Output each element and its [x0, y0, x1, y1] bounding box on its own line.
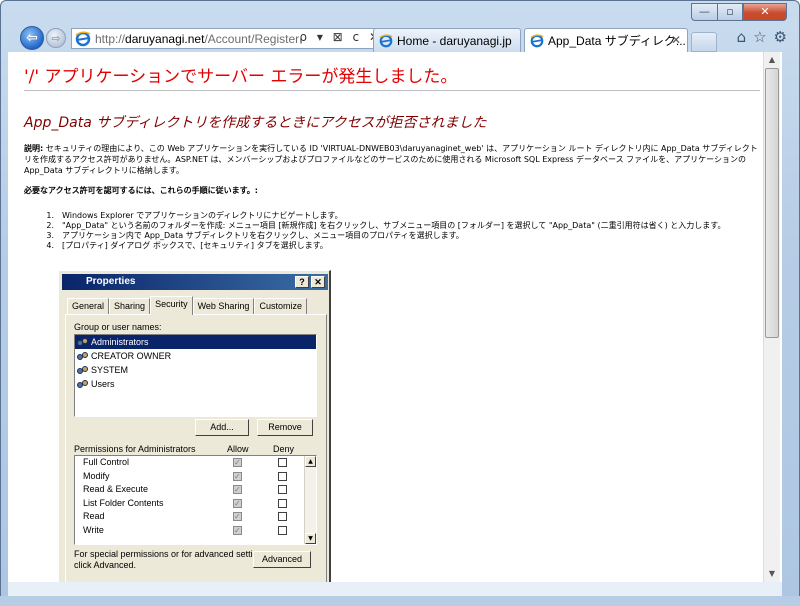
scroll-down-arrow-icon[interactable]: ▼ — [764, 566, 780, 582]
maximize-button[interactable]: ▫ — [717, 3, 743, 21]
permissions-list: Full Control Modify Read & Execute List … — [74, 455, 317, 545]
advanced-hint-line2: click Advanced. — [74, 560, 137, 570]
error-description: 説明: セキュリティの理由により、この Web アプリケーションを実行している … — [24, 143, 764, 176]
scroll-down-arrow-icon: ▼ — [305, 533, 316, 544]
page-scrollbar[interactable]: ▲ ▼ — [763, 52, 780, 582]
close-window-button[interactable]: ✕ — [743, 3, 787, 21]
navigation-bar: ⇦ ⇨ http://daruyanagi.net/Account/Regist… — [17, 24, 789, 52]
divider — [24, 90, 760, 91]
window-bottom-border — [0, 596, 800, 606]
back-button[interactable]: ⇦ — [20, 26, 44, 50]
tab-general: General — [67, 298, 110, 315]
group-user-names-label: Group or user names: — [74, 322, 162, 332]
allow-checkbox — [233, 456, 242, 469]
table-row: Read & Execute — [75, 483, 316, 497]
allow-checkbox — [233, 524, 242, 537]
add-button: Add... — [195, 419, 249, 436]
tab-label: App_Data サブディレク... — [548, 34, 686, 48]
forward-button[interactable]: ⇨ — [46, 28, 66, 48]
address-tools-icons[interactable]: ρ ▾ ⊠ c ✕ — [299, 30, 382, 44]
error-heading: App_Data サブディレクトリを作成するときにアクセスが拒否されました — [24, 115, 487, 131]
scroll-up-arrow-icon: ▲ — [305, 456, 316, 467]
scrollbar-thumb[interactable] — [765, 68, 779, 338]
list-item: Users — [75, 377, 316, 391]
command-icons: ⌂ ☆ ⚙ — [737, 28, 787, 46]
tab-security: Security — [150, 296, 193, 315]
ie-tab-icon — [530, 33, 544, 47]
user-group-icon — [77, 337, 89, 348]
server-error-title: '/' アプリケーションでサーバー エラーが発生しました。 — [24, 67, 458, 87]
deny-checkbox — [278, 471, 287, 481]
tab-customize: Customize — [254, 298, 307, 315]
table-row: Full Control — [75, 456, 316, 470]
allow-checkbox — [233, 510, 242, 523]
tab-home[interactable]: Home - daruyanagi.jp — [373, 28, 521, 52]
description-label: 説明: — [24, 144, 44, 153]
dialog-tabs: General Sharing Security Web Sharing Cus… — [67, 296, 307, 315]
ie-tab-icon — [379, 33, 393, 47]
scroll-up-arrow-icon[interactable]: ▲ — [764, 52, 780, 68]
page-content: '/' アプリケーションでサーバー エラーが発生しました。 App_Data サ… — [8, 52, 782, 582]
user-group-icon — [77, 351, 89, 362]
allow-checkbox — [233, 470, 242, 483]
list-item: CREATOR OWNER — [75, 349, 316, 363]
list-item: 1. Windows Explorer でアプリケーションのディレクトリにナビゲー… — [46, 211, 343, 220]
close-tab-icon[interactable]: ✕ — [671, 33, 681, 47]
list-item: 2. "App_Data" という名前のフォルダーを作成: メニュー項目 [新規作… — [46, 221, 726, 230]
permissions-label: Permissions for Administrators — [74, 444, 196, 454]
user-group-icon — [77, 365, 89, 376]
status-bar — [8, 582, 782, 596]
help-icon: ? — [295, 276, 309, 288]
home-icon[interactable]: ⌂ — [737, 28, 747, 46]
tab-web-sharing: Web Sharing — [192, 298, 255, 315]
allow-checkbox — [233, 483, 242, 496]
allow-header: Allow — [227, 444, 249, 454]
tab-app-data[interactable]: App_Data サブディレク... ✕ — [524, 28, 688, 52]
deny-header: Deny — [273, 444, 295, 454]
table-row: Write — [75, 524, 316, 538]
advanced-hint-line1: For special permissions or for advanced … — [74, 549, 270, 559]
advanced-button: Advanced — [253, 551, 311, 568]
favorites-star-icon[interactable]: ☆ — [753, 28, 766, 46]
address-url[interactable]: http://daruyanagi.net/Account/Register — [95, 32, 299, 46]
table-row: Read — [75, 510, 316, 524]
list-item: Administrators — [75, 335, 316, 349]
list-item: SYSTEM — [75, 363, 316, 377]
table-row: List Folder Contents — [75, 497, 316, 511]
deny-checkbox — [278, 485, 287, 494]
deny-checkbox — [278, 525, 287, 535]
close-icon: ✕ — [311, 276, 325, 288]
user-list: Administrators CREATOR OWNER SYSTEM User… — [74, 334, 317, 417]
window-controls: — ▫ ✕ — [691, 3, 787, 21]
dialog-titlebar: Properties — [62, 274, 328, 290]
user-group-icon — [77, 379, 89, 390]
description-text: セキュリティの理由により、この Web アプリケーションを実行している ID '… — [24, 144, 758, 175]
deny-checkbox — [278, 512, 287, 521]
new-tab-button[interactable] — [691, 32, 717, 52]
steps-list: 1. Windows Explorer でアプリケーションのディレクトリにナビゲー… — [34, 211, 725, 251]
tools-gear-icon[interactable]: ⚙ — [774, 28, 787, 46]
remove-button: Remove — [257, 419, 313, 436]
tab-label: Home - daruyanagi.jp — [397, 33, 512, 48]
address-bar[interactable]: http://daruyanagi.net/Account/Register ρ… — [71, 28, 387, 49]
list-item: 3. アプリケーション内で App_Data サブディレクトリを右クリックし、メニ… — [46, 231, 464, 240]
minimize-button[interactable]: — — [691, 3, 717, 21]
steps-heading: 必要なアクセス許可を認可するには、これらの手順に従います。: — [24, 186, 258, 195]
ie-page-icon — [75, 31, 91, 46]
deny-checkbox — [278, 458, 287, 467]
table-row: Modify — [75, 470, 316, 484]
allow-checkbox — [233, 497, 242, 510]
deny-checkbox — [278, 498, 287, 508]
permissions-scrollbar: ▲ ▼ — [304, 456, 316, 544]
list-item: 4. [プロパティ] ダイアログ ボックスで、[セキュリティ] タブを選択します。 — [46, 241, 328, 250]
tab-sharing: Sharing — [109, 298, 151, 315]
